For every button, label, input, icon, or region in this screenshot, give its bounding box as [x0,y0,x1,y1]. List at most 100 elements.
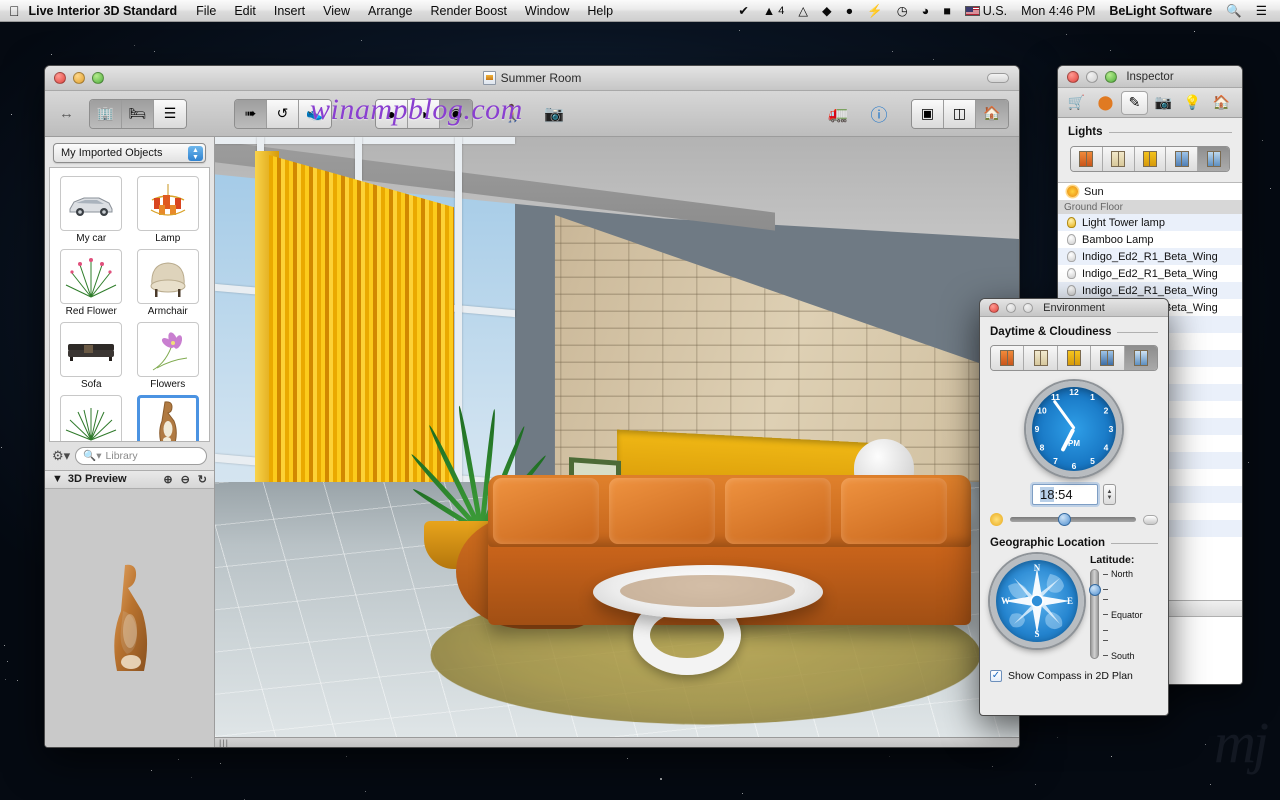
menu-item-insert[interactable]: Insert [265,0,314,22]
menu-item-help[interactable]: Help [578,0,622,22]
tab-material[interactable]: ⬤ [1092,91,1119,115]
menu-item-window[interactable]: Window [516,0,578,22]
menu-bar-user[interactable]: BeLight Software [1102,0,1219,22]
rotate-icon[interactable]: ↺ [267,99,299,128]
render-truck-icon[interactable]: 🚛 [823,99,853,129]
list-item[interactable]: Indigo_Ed2_R1_Beta_Wing [1058,248,1242,265]
zoom-button[interactable] [1105,70,1117,83]
list-item[interactable]: My car [54,174,129,247]
apple-menu-icon[interactable]:  [0,0,29,22]
menu-app-name[interactable]: Live Interior 3D Standard [29,0,188,22]
zoom-in-icon[interactable]: ⊕ [163,473,172,486]
close-button[interactable] [1067,70,1079,83]
notifications-list-icon[interactable]: ☰ [1249,0,1274,22]
tab-camera[interactable]: 📷 [1150,91,1177,115]
flash-icon[interactable]: ⚡ [860,0,890,22]
resize-arrows-icon[interactable]: ↔ [55,105,78,122]
checkmark-circle-icon[interactable]: ✔ [731,0,755,22]
list-item[interactable]: Indigo_Ed2_R1_Beta_Wing [1058,265,1242,282]
split-view-icon[interactable]: ◫ [944,99,976,128]
window-warm-icon[interactable] [1071,147,1103,171]
search-input[interactable]: 🔍▾ Library [75,446,207,465]
checkbox-show-compass[interactable]: ✓ [990,670,1002,682]
menu-item-view[interactable]: View [314,0,359,22]
adobe-icon[interactable]: ▲ 4 [756,0,792,22]
slider-knob[interactable] [1057,513,1071,526]
list-item[interactable]: Sofa [54,320,129,393]
2d-plan-icon[interactable]: ▣ [912,99,944,128]
minimize-button[interactable] [73,72,85,84]
rotate-icon[interactable]: ↻ [198,473,207,486]
input-source-indicator[interactable]: U.S. [958,0,1014,22]
list-item[interactable]: Sun [1058,183,1242,200]
list-item-selected[interactable]: Statue [131,393,206,441]
furniture-icon[interactable]: 🛏 [122,99,154,128]
menu-item-render-boost[interactable]: Render Boost [421,0,515,22]
cloudiness-slider[interactable] [1010,513,1136,526]
menu-item-arrange[interactable]: Arrange [359,0,421,22]
latitude-slider[interactable] [1089,569,1101,659]
evernote-icon[interactable]: ● [839,0,861,22]
toolbar-toggle-button[interactable] [987,73,1009,83]
main-window-titlebar[interactable]: Summer Room [45,66,1019,91]
show-compass-row[interactable]: ✓ Show Compass in 2D Plan [990,670,1158,682]
window-gold-icon[interactable] [1057,346,1092,370]
list-item[interactable]: Bush [54,393,129,441]
car-icon [60,176,123,231]
pointer-icon[interactable]: ➠ [235,99,267,128]
object-library-grid[interactable]: My car Lamp Red Flower Armchair Sofa Flo… [49,167,210,442]
list-item[interactable]: Armchair [131,247,206,320]
time-stepper[interactable]: ▲ ▼ [1103,484,1116,505]
window-neutral-icon[interactable] [1102,147,1135,171]
zoom-out-icon[interactable]: ⊖ [181,473,190,486]
window-auto-icon[interactable] [1124,346,1157,370]
window-cool-icon[interactable] [1166,147,1199,171]
window-gold-icon[interactable] [1134,147,1167,171]
tab-object[interactable]: 🛒 [1063,91,1090,115]
list-item[interactable]: Lamp [131,174,206,247]
time-of-day-clock[interactable]: 12 1 2 3 4 5 6 7 8 9 10 11 PM [1026,381,1122,477]
clock-icon[interactable]: ◷ [890,0,915,22]
zoom-button[interactable] [92,72,104,84]
tab-building[interactable]: 🏠 [1208,91,1235,115]
window-clear-icon[interactable] [1024,346,1058,370]
list-item[interactable]: Bamboo Lamp [1058,231,1242,248]
list-item[interactable]: Light Tower lamp [1058,214,1242,231]
wifi-icon[interactable]: ◕ [915,0,937,22]
menu-item-edit[interactable]: Edit [225,0,265,22]
gear-icon[interactable]: ⚙▾ [52,448,70,464]
camera-icon[interactable]: 📷 [539,99,569,129]
time-input[interactable]: 18:54 [1032,484,1098,505]
window-auto-icon[interactable] [1198,147,1229,171]
minimize-button[interactable] [1006,302,1016,313]
window-sunset-icon[interactable] [991,346,1025,370]
list-item[interactable]: Red Flower [54,247,129,320]
disclosure-triangle-icon[interactable]: ▼ [52,473,63,485]
dropbox-icon[interactable]: ◆ [815,0,839,22]
tab-light[interactable]: 💡 [1179,91,1206,115]
close-button[interactable] [54,72,66,84]
inspector-titlebar[interactable]: Inspector [1058,66,1242,88]
window-night-icon[interactable] [1091,346,1125,370]
list-item[interactable]: Indigo_Ed2_R1_Beta_Wing [1058,282,1242,299]
3d-viewport[interactable]: ||| [215,137,1019,747]
list-item[interactable]: Flowers [131,320,206,393]
google-drive-icon[interactable]: △ [791,0,815,22]
3d-preview-panel[interactable] [45,488,214,747]
list-icon[interactable]: ☰ [154,99,186,128]
menu-bar-clock[interactable]: Mon 4:46 PM [1014,0,1102,22]
close-button[interactable] [989,302,999,313]
zoom-button[interactable] [1023,302,1033,313]
minimize-button[interactable] [1086,70,1098,83]
compass-icon[interactable]: N S E W [990,554,1084,648]
info-icon[interactable]: ⓘ [864,99,894,129]
slider-knob[interactable] [1089,584,1101,597]
3d-view-icon[interactable]: 🏠 [976,99,1008,128]
battery-icon[interactable]: ■ [936,0,958,22]
tab-edit[interactable]: ✎ [1121,90,1148,115]
search-icon[interactable]: 🔍 [1219,0,1249,22]
menu-item-file[interactable]: File [187,0,225,22]
environment-titlebar[interactable]: Environment [980,299,1168,317]
collection-dropdown[interactable]: My Imported Objects ▲ ▼ [53,143,206,163]
building-icon[interactable]: 🏢 [90,99,122,128]
